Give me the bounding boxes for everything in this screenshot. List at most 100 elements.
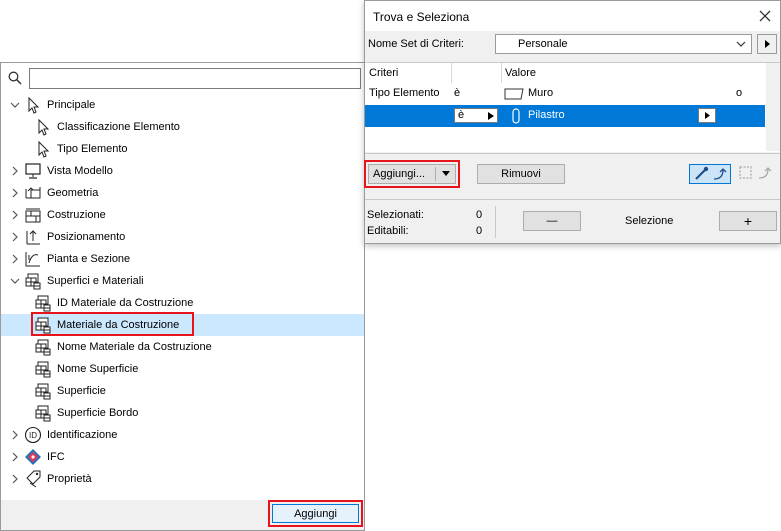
chevron-right-icon[interactable] — [10, 451, 20, 463]
tree-add-button[interactable]: Aggiungi — [272, 504, 359, 523]
remove-from-selection-button[interactable]: — — [523, 211, 581, 231]
tree-category[interactable]: Geometria — [1, 182, 364, 204]
column-divider — [501, 63, 502, 83]
criteria-row[interactable]: Tipo Elemento è Muro o — [365, 83, 765, 105]
chevron-right-icon[interactable] — [10, 253, 20, 265]
criteria-row-selected[interactable]: è Pilastro — [365, 105, 765, 127]
chevron-right-icon[interactable] — [10, 209, 20, 221]
criterion-name: Tipo Elemento — [369, 87, 440, 99]
tree-item-label: Posizionamento — [47, 231, 126, 243]
tree-category[interactable]: Proprietà — [1, 468, 364, 490]
criteria-set-value: Personale — [518, 38, 568, 50]
remove-criteria-button[interactable]: Rimuovi — [477, 164, 565, 184]
operator-dropdown[interactable]: è — [454, 108, 498, 123]
geometry-icon — [25, 187, 41, 199]
tree-item[interactable]: Nome Superficie — [1, 358, 364, 380]
tree-search-row — [1, 63, 364, 93]
chevron-down-icon[interactable] — [10, 275, 20, 287]
selected-count: 0 — [476, 209, 483, 221]
tree-item-label: Tipo Elemento — [57, 143, 128, 155]
criteria-button-row: Aggiungi... Rimuovi — [364, 153, 780, 193]
criterion-value[interactable]: Muro — [528, 87, 553, 99]
column-icon — [512, 108, 520, 124]
add-criteria-button[interactable]: Aggiungi... — [368, 164, 456, 184]
tree-item-label: ID Materiale da Costruzione — [57, 297, 194, 309]
tree-category[interactable]: Posizionamento — [1, 226, 364, 248]
tree-item-label: Geometria — [47, 187, 99, 199]
pointer-icon — [28, 96, 40, 114]
tree-item-label: Identificazione — [47, 429, 118, 441]
highlight-selected-item — [31, 312, 194, 336]
tree-category[interactable]: Costruzione — [1, 204, 364, 226]
operator-value: è — [458, 109, 465, 121]
tree-item[interactable]: Nome Materiale da Costruzione — [1, 336, 364, 358]
criterion-connector[interactable]: o — [736, 87, 742, 99]
palette-title: Trova e Seleziona — [373, 10, 470, 24]
triangle-right-icon — [765, 40, 770, 48]
chevron-down-icon[interactable] — [10, 99, 20, 111]
tree-item[interactable]: Superficie Bordo — [1, 402, 364, 424]
column-header-valore: Valore — [505, 67, 536, 79]
triangle-down-icon — [442, 171, 450, 176]
selected-label: Selezionati: — [367, 209, 424, 221]
chevron-right-icon[interactable] — [10, 473, 20, 485]
chevron-right-icon[interactable] — [10, 429, 20, 441]
materials-icon — [25, 273, 41, 290]
chevron-right-icon[interactable] — [10, 165, 20, 177]
add-to-selection-button[interactable]: + — [719, 211, 777, 231]
tree-item-label: Nome Materiale da Costruzione — [57, 341, 212, 353]
pointer-icon — [38, 118, 50, 136]
tree-search-input[interactable] — [29, 68, 361, 89]
materials-icon — [35, 339, 51, 356]
ifc-icon — [25, 449, 41, 465]
tree-item-label: IFC — [47, 451, 65, 463]
table-scrollbar[interactable] — [766, 63, 780, 151]
criteria-set-menu-button[interactable] — [757, 34, 777, 54]
tree-item-label: Superfici e Materiali — [47, 275, 144, 287]
tree-category[interactable]: Vista Modello — [1, 160, 364, 182]
tree-category[interactable]: IFC — [1, 446, 364, 468]
tree-category[interactable]: Superfici e Materiali — [1, 270, 364, 292]
materials-icon — [35, 361, 51, 378]
pointer-icon — [38, 140, 50, 158]
criteria-set-dropdown[interactable]: Personale — [495, 34, 752, 54]
close-icon[interactable] — [758, 9, 772, 23]
monitor-icon — [25, 163, 41, 179]
tree-item[interactable]: Classificazione Elemento — [1, 116, 364, 138]
tree-item[interactable]: ID Materiale da Costruzione — [1, 292, 364, 314]
tree-item[interactable]: Superficie — [1, 380, 364, 402]
find-select-palette: Trova e Seleziona Nome Set di Criteri: P… — [364, 0, 781, 244]
chevron-right-icon[interactable] — [10, 231, 20, 243]
transfer-settings-button — [735, 164, 777, 184]
positioning-icon — [26, 230, 40, 245]
tree-item-label: Costruzione — [47, 209, 106, 221]
tree-item-label: Principale — [47, 99, 96, 111]
wall-icon — [504, 88, 524, 100]
column-divider — [451, 63, 452, 83]
tree-category[interactable]: Pianta e Sezione — [1, 248, 364, 270]
criteria-set-row: Nome Set di Criteri: Personale — [365, 31, 780, 57]
criteria-table: Criteri Valore Tipo Elemento è Muro o è … — [365, 62, 780, 152]
search-icon — [8, 71, 22, 85]
value-menu-button[interactable] — [698, 108, 716, 123]
criterion-operator[interactable]: è — [454, 87, 460, 99]
tree-category[interactable]: Principale — [1, 94, 364, 116]
construction-icon — [25, 208, 41, 223]
tree-category[interactable]: ID Identificazione — [1, 424, 364, 446]
tree-item-label: Nome Superficie — [57, 363, 139, 375]
criteria-tree-panel: Principale Classificazione Elemento Tipo E… — [0, 62, 365, 531]
criterion-value[interactable]: Pilastro — [528, 109, 565, 121]
tree-item-label: Superficie Bordo — [57, 407, 139, 419]
chevron-down-icon — [736, 41, 746, 47]
tree-item[interactable]: Tipo Elemento — [1, 138, 364, 160]
plan-section-icon — [25, 252, 40, 267]
eyedropper-button[interactable] — [689, 164, 731, 184]
tree-item-label: Superficie — [57, 385, 106, 397]
selection-label: Selezione — [625, 215, 674, 227]
materials-icon — [35, 405, 51, 422]
triangle-right-icon — [705, 112, 710, 119]
chevron-right-icon[interactable] — [10, 187, 20, 199]
tree-item-label: Classificazione Elemento — [57, 121, 180, 133]
criteria-set-label: Nome Set di Criteri: — [368, 38, 464, 50]
id-icon: ID — [24, 426, 42, 444]
